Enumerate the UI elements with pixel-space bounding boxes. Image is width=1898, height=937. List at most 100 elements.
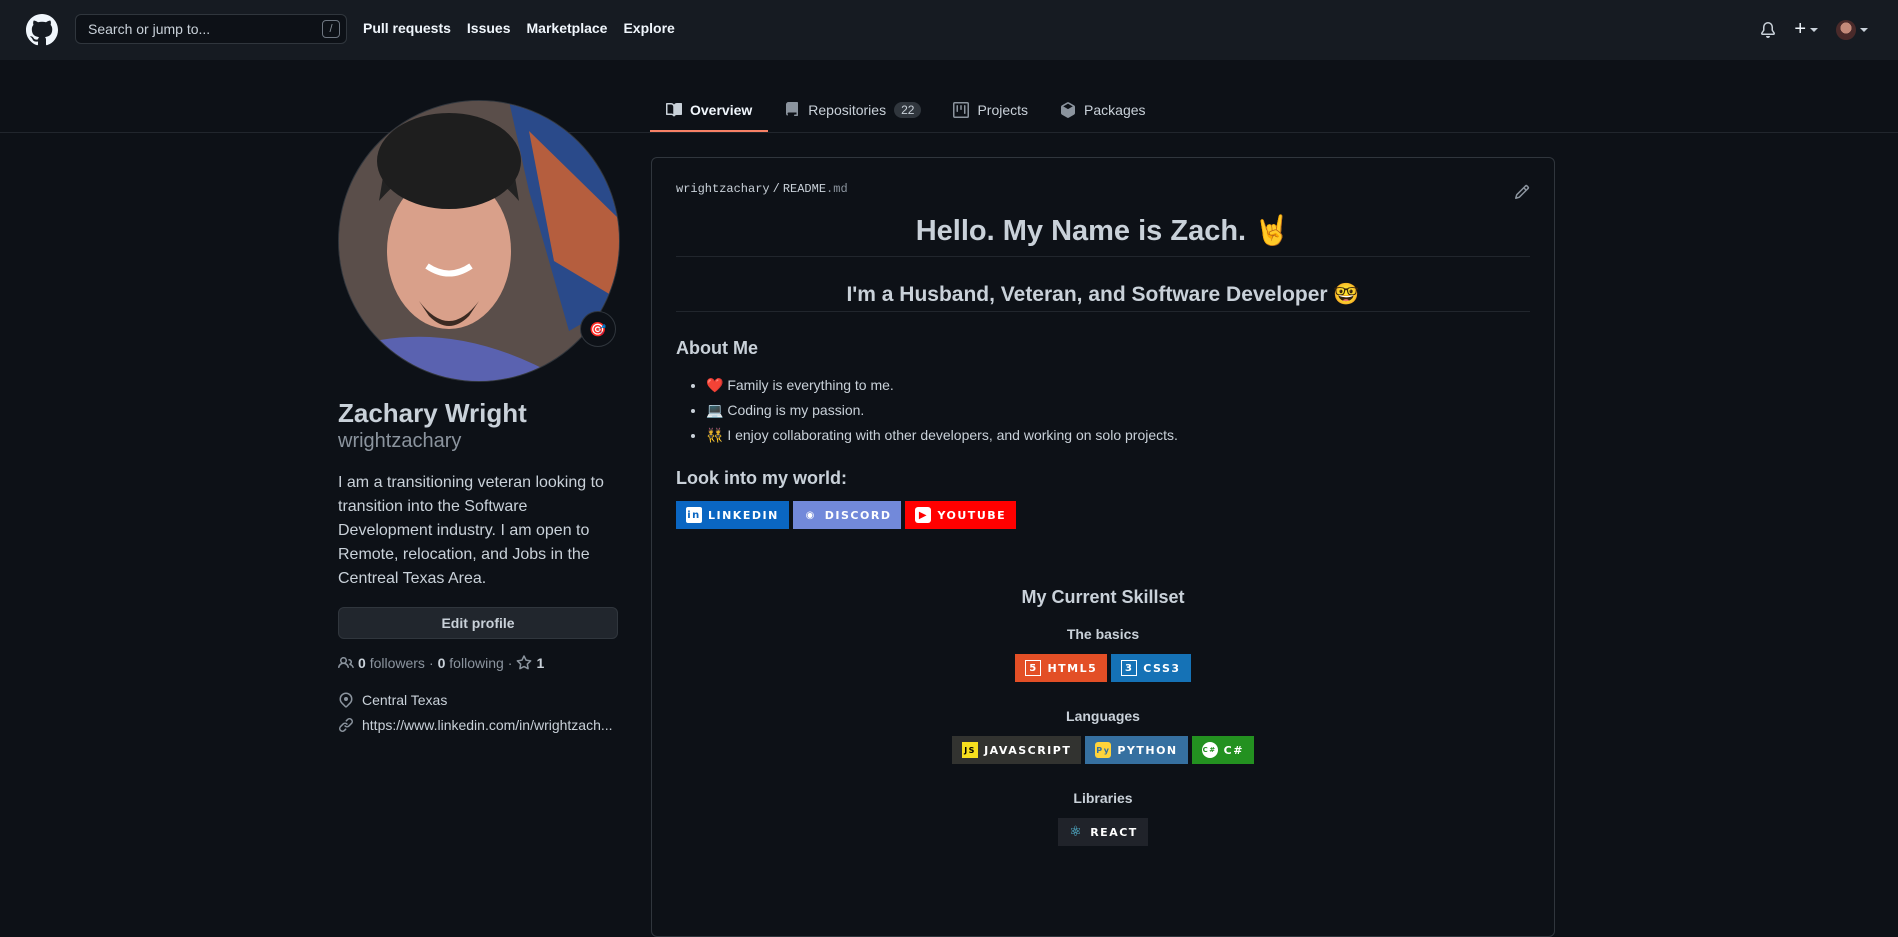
badge-label: CSS3 (1143, 661, 1181, 675)
readme-subtitle: I'm a Husband, Veteran, and Software Dev… (676, 283, 1530, 312)
separator: · (507, 655, 513, 672)
badge-label: C# (1223, 743, 1244, 757)
css3-badge: 3 CSS3 (1111, 654, 1191, 682)
tab-label: Repositories (808, 102, 887, 118)
header-actions: + (1760, 18, 1868, 41)
nav-marketplace[interactable]: Marketplace (527, 20, 608, 36)
nav-issues[interactable]: Issues (467, 20, 511, 36)
breadcrumb-separator: / (772, 182, 780, 196)
avatar-photo (339, 101, 619, 381)
profile-details: Central Texas https://www.linkedin.com/i… (338, 687, 620, 737)
tab-label: Overview (690, 102, 753, 118)
location-row: Central Texas (338, 687, 620, 712)
dancers-icon: 👯 (706, 427, 724, 443)
readme-breadcrumb: wrightzachary / README.md (676, 182, 1530, 196)
tab-packages[interactable]: Packages (1044, 90, 1161, 132)
python-badge: Py PYTHON (1085, 736, 1188, 764)
following-link[interactable]: 0 following (438, 655, 504, 671)
profile-sidebar: Zachary Wright wrightzachary I am a tran… (338, 100, 620, 737)
user-menu-button[interactable] (1836, 19, 1868, 40)
nav-pull-requests[interactable]: Pull requests (363, 20, 451, 36)
location-icon (339, 692, 353, 708)
nav-explore[interactable]: Explore (623, 20, 674, 36)
stars-link[interactable]: 1 (516, 655, 544, 671)
library-badges: ⚛ REACT (676, 818, 1530, 846)
search-shortcut-key: / (322, 20, 340, 38)
avatar (1836, 19, 1856, 40)
profile-name: Zachary Wright (338, 398, 527, 428)
badge-label: JAVASCRIPT (984, 743, 1072, 757)
skills-heading: My Current Skillset (1021, 587, 1185, 607)
discord-badge[interactable]: ◉ DISCORD (792, 501, 902, 529)
profile-avatar[interactable] (338, 100, 620, 382)
repo-count-badge: 22 (894, 102, 922, 118)
badge-label: PYTHON (1117, 743, 1178, 757)
search-box[interactable]: / (75, 14, 347, 44)
libraries-heading: Libraries (1073, 790, 1133, 806)
badge-label: REACT (1090, 825, 1138, 839)
followers-link[interactable]: 0 followers (358, 655, 425, 671)
basics-heading: The basics (1066, 626, 1140, 642)
world-heading: Look into my world: (676, 468, 847, 488)
pencil-icon[interactable] (1514, 184, 1530, 200)
star-icon (517, 655, 532, 670)
javascript-badge: JS JAVASCRIPT (952, 736, 1082, 764)
badge-label: YOUTUBE (937, 508, 1007, 522)
edit-profile-button[interactable]: Edit profile (338, 607, 618, 640)
chevron-down-icon (1810, 27, 1818, 32)
social-badges: in LINKEDIN ◉ DISCORD ▶ YOUTUBE (676, 501, 1530, 529)
react-icon: ⚛ (1069, 824, 1084, 840)
target-icon: 🎯 (589, 320, 607, 337)
readme-owner-link[interactable]: wrightzachary (676, 182, 770, 196)
tab-projects[interactable]: Projects (937, 90, 1044, 132)
youtube-icon: ▶ (915, 507, 932, 523)
search-input[interactable] (88, 21, 308, 37)
status-emoji-button[interactable]: 🎯 (580, 311, 616, 347)
stars-count: 1 (536, 655, 545, 672)
css3-icon: 3 (1121, 660, 1138, 676)
tabs-divider (0, 132, 1898, 133)
repo-icon (786, 102, 799, 116)
tab-overview[interactable]: Overview (650, 90, 769, 132)
about-list: ❤️ Family is everything to me. 💻 Coding … (676, 373, 1530, 448)
bell-icon[interactable] (1760, 21, 1776, 38)
csharp-icon: C# (1201, 742, 1218, 758)
badge-label: HTML5 (1047, 661, 1098, 675)
followers-count: 0 (358, 655, 366, 672)
github-logo-icon[interactable] (26, 14, 58, 46)
readme-title: Hello. My Name is Zach. 🤘 (676, 214, 1530, 257)
create-new-button[interactable]: + (1794, 18, 1818, 41)
following-count: 0 (437, 655, 446, 672)
tab-repositories[interactable]: Repositories 22 (768, 90, 937, 132)
readme-file-link[interactable]: README.md (783, 182, 848, 196)
javascript-icon: JS (962, 742, 979, 758)
list-item: ❤️ Family is everything to me. (706, 373, 1530, 398)
heart-icon: ❤️ (706, 377, 724, 393)
book-icon (666, 102, 682, 117)
list-item-text: Family is everything to me. (727, 377, 894, 393)
profile-login: wrightzachary (338, 430, 462, 453)
laptop-icon: 💻 (706, 402, 724, 418)
website-row: https://www.linkedin.com/in/wrightzach..… (338, 712, 620, 737)
top-header: / Pull requests Issues Marketplace Explo… (0, 0, 1898, 60)
project-icon (953, 102, 970, 118)
linkedin-icon: in (686, 507, 702, 523)
list-item-text: I enjoy collaborating with other develop… (727, 427, 1178, 443)
languages-heading: Languages (1066, 708, 1140, 724)
badge-label: DISCORD (824, 508, 892, 522)
tab-label: Packages (1084, 102, 1146, 118)
list-item-text: Coding is my passion. (727, 402, 865, 418)
followers-label: followers (369, 655, 425, 672)
basics-badges: 5 HTML5 3 CSS3 (676, 654, 1530, 682)
about-heading: About Me (676, 338, 758, 358)
linkedin-badge[interactable]: in LINKEDIN (676, 501, 789, 529)
website-link[interactable]: https://www.linkedin.com/in/wrightzach..… (362, 717, 613, 733)
badge-label: LINKEDIN (708, 508, 779, 522)
location-text: Central Texas (362, 691, 448, 708)
language-badges: JS JAVASCRIPT Py PYTHON C# C# (676, 736, 1530, 764)
html5-badge: 5 HTML5 (1015, 654, 1108, 682)
link-icon (339, 717, 353, 732)
profile-tabs: Overview Repositories 22 Projects Packag… (650, 90, 1162, 132)
youtube-badge[interactable]: ▶ YOUTUBE (905, 501, 1017, 529)
profile-bio: I am a transitioning veteran looking to … (338, 474, 604, 588)
